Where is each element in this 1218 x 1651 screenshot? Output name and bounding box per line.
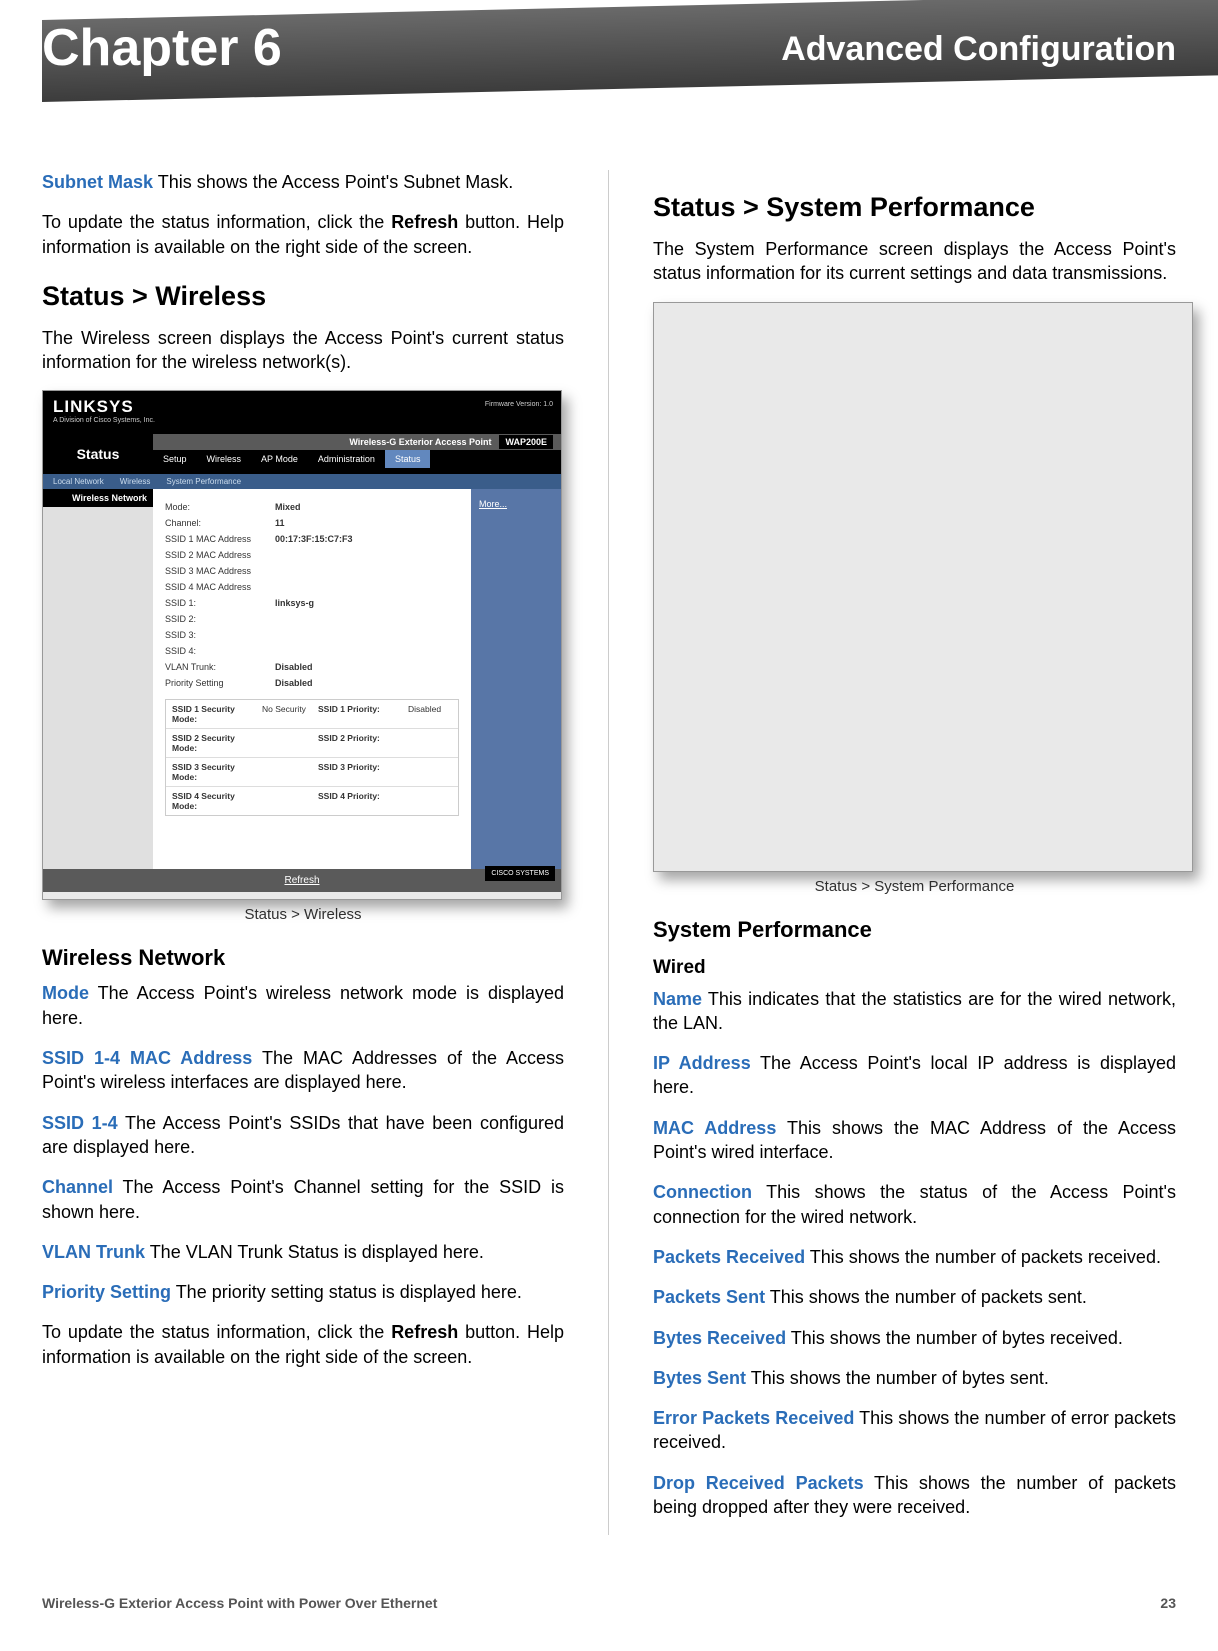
heading-status-wireless: Status > Wireless: [42, 281, 564, 312]
subnet-label: Subnet Mask: [42, 172, 153, 192]
section-title: Advanced Configuration: [781, 30, 1176, 69]
sysperf-intro: The System Performance screen displays t…: [653, 237, 1176, 286]
heading-status-sysperf: Status > System Performance: [653, 192, 1176, 223]
screenshot-wireless: LINKSYSA Division of Cisco Systems, Inc.…: [42, 390, 562, 900]
footer-product: Wireless-G Exterior Access Point with Po…: [42, 1595, 437, 1611]
footer-page: 23: [1160, 1595, 1176, 1611]
heading-wired: Wired: [653, 957, 1176, 979]
figure-wireless-caption: Status > Wireless: [42, 906, 564, 923]
wireless-intro: The Wireless screen displays the Access …: [42, 326, 564, 375]
screenshot-sysperf: [653, 302, 1193, 872]
prx-label: Packets Received: [653, 1247, 805, 1267]
chapter-title: Chapter 6: [42, 18, 282, 78]
ptx-label: Packets Sent: [653, 1287, 765, 1307]
err-label: Error Packets Received: [653, 1408, 854, 1428]
refresh-para-2: To update the status information, click …: [42, 1320, 564, 1369]
column-divider: [608, 170, 609, 1535]
heading-system-performance: System Performance: [653, 917, 1176, 943]
figure-wireless: LINKSYSA Division of Cisco Systems, Inc.…: [42, 390, 564, 923]
name-label: Name: [653, 989, 702, 1009]
vlan-label: VLAN Trunk: [42, 1242, 145, 1262]
ssidmac-label: SSID 1-4 MAC Address: [42, 1048, 252, 1068]
figure-sysperf-caption: Status > System Performance: [653, 878, 1176, 895]
conn-label: Connection: [653, 1182, 752, 1202]
channel-label: Channel: [42, 1177, 113, 1197]
ssid14-label: SSID 1-4: [42, 1113, 118, 1133]
heading-wireless-network: Wireless Network: [42, 945, 564, 971]
priority-label: Priority Setting: [42, 1282, 171, 1302]
figure-sysperf: Status > System Performance: [653, 302, 1176, 895]
btx-label: Bytes Sent: [653, 1368, 746, 1388]
subnet-para: Subnet Mask This shows the Access Point'…: [42, 170, 564, 194]
ip-label: IP Address: [653, 1053, 751, 1073]
drop-label: Drop Received Packets: [653, 1473, 864, 1493]
mac-label: MAC Address: [653, 1118, 776, 1138]
refresh-para-1: To update the status information, click …: [42, 210, 564, 259]
mode-label: Mode: [42, 983, 89, 1003]
brx-label: Bytes Received: [653, 1328, 786, 1348]
